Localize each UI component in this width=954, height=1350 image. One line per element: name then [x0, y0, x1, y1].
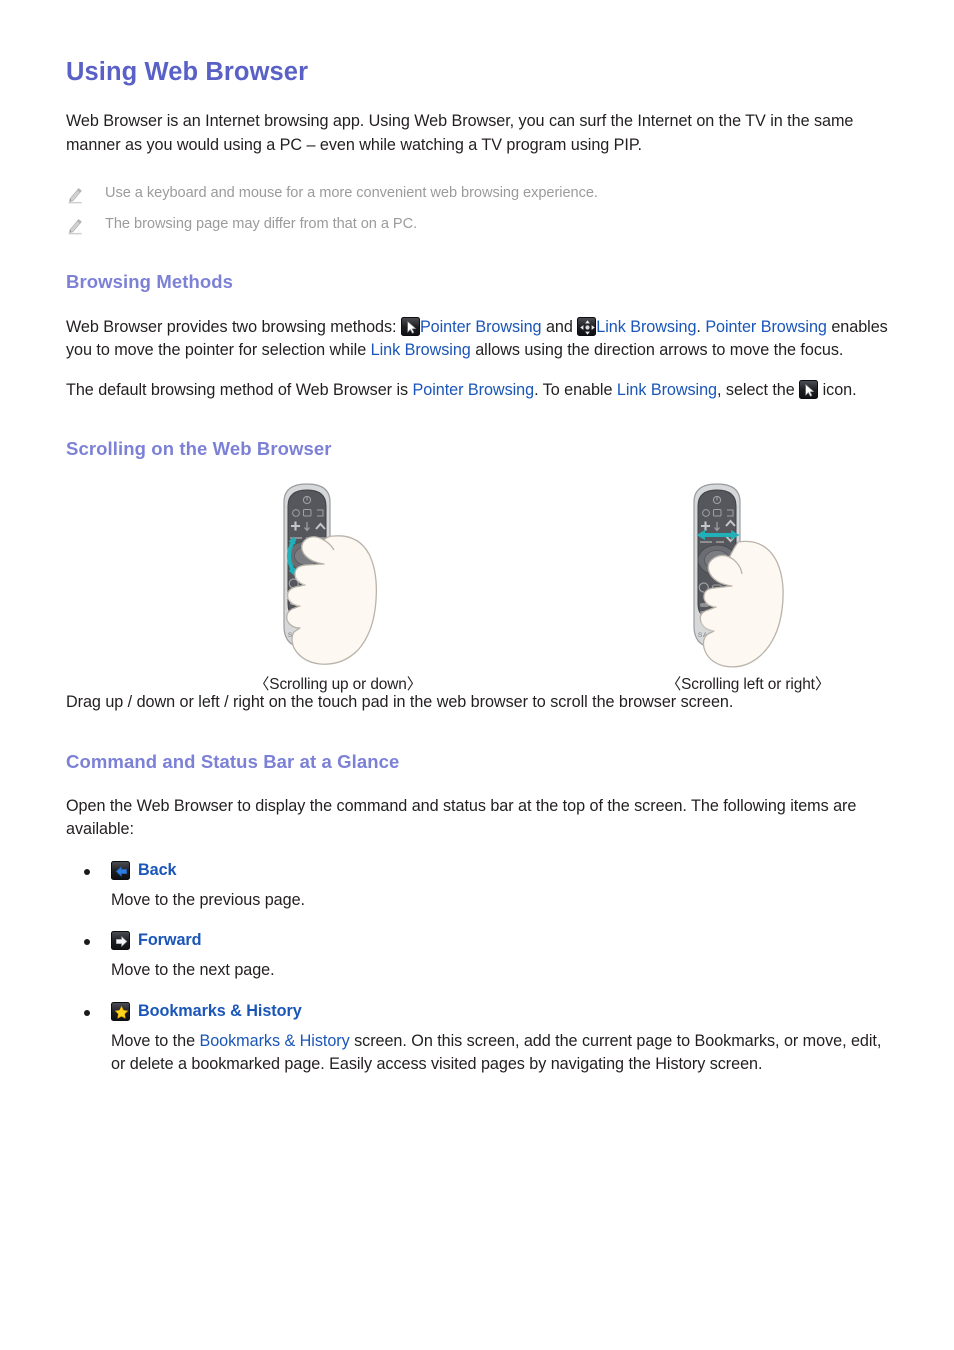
section-heading-browsing-methods: Browsing Methods — [66, 271, 234, 293]
intro-paragraph: Web Browser is an Internet browsing app.… — [66, 112, 854, 154]
text-segment: Move to the — [111, 1031, 200, 1050]
text-segment: icon. — [818, 380, 857, 399]
hand-illustration — [699, 540, 784, 668]
note-item: Use a keyboard and mouse for a more conv… — [66, 183, 888, 204]
bullet-marker — [84, 1009, 90, 1016]
document-page: Using Web Browser Web Browser is an Inte… — [0, 0, 954, 1350]
link-bookmarks-history[interactable]: Bookmarks & History — [199, 1032, 349, 1050]
command-item-header: Bookmarks & History — [66, 1001, 888, 1021]
text-segment: . — [696, 317, 706, 336]
link-link-browsing[interactable]: Link Browsing — [617, 381, 717, 399]
text-segment: and — [541, 317, 578, 336]
command-item-label[interactable]: Bookmarks & History — [138, 1002, 302, 1021]
note-text: Use a keyboard and mouse for a more conv… — [105, 185, 598, 202]
section-heading-command-bar: Command and Status Bar at a Glance — [66, 750, 400, 772]
text-segment: Web Browser provides two browsing method… — [66, 317, 401, 336]
command-item-header: Back — [66, 860, 888, 880]
link-pointer-browsing[interactable]: Pointer Browsing — [420, 318, 542, 336]
bullet-marker — [84, 939, 90, 946]
text-segment: The default browsing method of Web Brows… — [66, 380, 413, 399]
note-item: The browsing page may differ from that o… — [66, 214, 888, 235]
section-heading-scrolling: Scrolling on the Web Browser — [66, 438, 332, 459]
remote-horizontal-illustration: SAMSUNG — [693, 483, 784, 668]
list-item: Back Move to the previous page. — [66, 860, 888, 913]
link-link-browsing[interactable]: Link Browsing — [371, 341, 471, 359]
list-item: Forward Move to the next page. — [66, 931, 888, 983]
command-bar-item-list: Back Move to the previous page. Forward — [66, 860, 888, 1077]
command-item-description: Move to the Bookmarks & History screen. … — [111, 1030, 888, 1077]
link-browsing-icon — [577, 316, 597, 336]
pointer-browsing-icon — [799, 379, 819, 399]
list-item: Bookmarks & History Move to the Bookmark… — [66, 1001, 888, 1077]
text-segment: , select the — [717, 380, 800, 399]
document-content: Using Web Browser Web Browser is an Inte… — [66, 58, 888, 1077]
star-icon[interactable] — [111, 1001, 130, 1021]
command-item-description: Move to the previous page. — [111, 889, 888, 913]
figure-scroll-vertical: SAMSUNG 〈Scrolling up or down〉 — [238, 476, 438, 693]
text-segment: Move to the previous page. — [111, 890, 305, 909]
scrolling-figures: SAMSUNG 〈Scrolling up or down〉 — [66, 476, 888, 693]
command-item-header: Forward — [66, 931, 888, 951]
browsing-methods-paragraph-1: Web Browser provides two browsing method… — [66, 316, 888, 363]
command-item-description: Move to the next page. — [111, 959, 888, 983]
note-text: The browsing page may differ from that o… — [105, 216, 418, 233]
link-pointer-browsing[interactable]: Pointer Browsing — [705, 318, 827, 336]
bullet-marker — [84, 868, 90, 875]
pencil-icon — [66, 186, 84, 204]
browsing-methods-paragraph-2: The default browsing method of Web Brows… — [66, 379, 888, 403]
link-pointer-browsing[interactable]: Pointer Browsing — [413, 381, 535, 399]
command-item-label[interactable]: Forward — [138, 931, 202, 950]
pointer-browsing-icon — [400, 316, 420, 336]
text-segment: Move to the next page. — [111, 961, 275, 980]
pencil-icon — [66, 217, 84, 235]
page-title: Using Web Browser — [66, 58, 309, 86]
figure-scroll-horizontal: SAMSUNG 〈Scrolling left or right〉 — [648, 476, 848, 693]
scrolling-description: Drag up / down or left / right on the to… — [66, 693, 734, 712]
text-segment: . To enable — [534, 380, 617, 399]
text-segment: allows using the direction arrows to mov… — [470, 341, 844, 359]
link-link-browsing[interactable]: Link Browsing — [596, 318, 696, 336]
command-bar-intro: Open the Web Browser to display the comm… — [66, 796, 857, 839]
command-item-label[interactable]: Back — [138, 861, 177, 880]
remote-vertical-illustration: SAMSUNG — [283, 483, 377, 666]
figure-caption: 〈Scrolling left or right〉 — [665, 676, 831, 694]
forward-arrow-icon[interactable] — [111, 931, 130, 951]
figure-caption: 〈Scrolling up or down〉 — [253, 676, 423, 694]
back-arrow-icon[interactable] — [111, 860, 130, 880]
